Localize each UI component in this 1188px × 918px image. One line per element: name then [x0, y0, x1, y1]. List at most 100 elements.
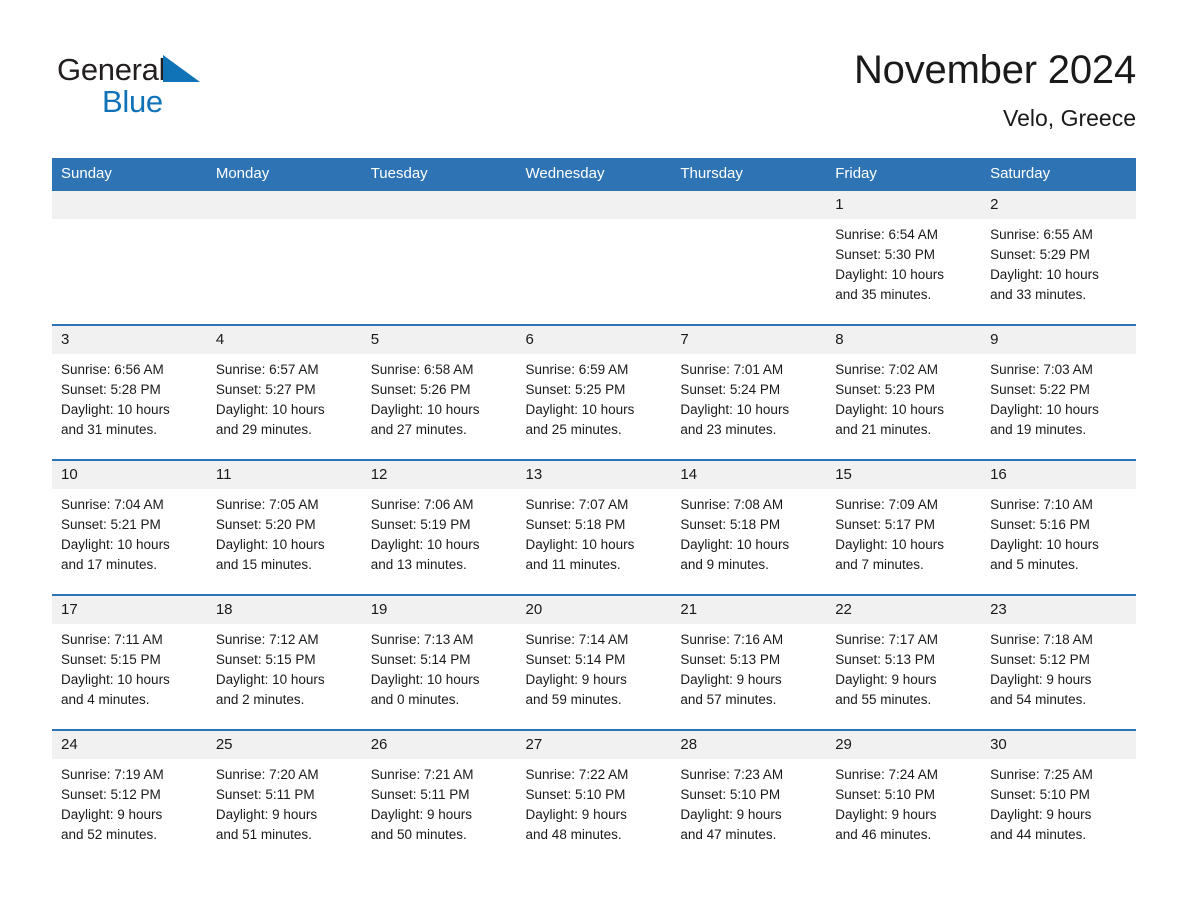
day-cell-inner: 8 Sunrise: 7:02 AM Sunset: 5:23 PM Daylight… [826, 326, 982, 459]
daylight-duration-line1: Daylight: 10 hours [990, 267, 1099, 282]
calendar-day-cell[interactable]: 19 Sunrise: 7:13 AM Sunset: 5:14 PM Dayligh… [361, 594, 517, 730]
calendar-day-cell[interactable]: 22 Sunrise: 7:17 AM Sunset: 5:13 PM Dayligh… [826, 594, 982, 730]
sunset-time: Sunset: 5:16 PM [990, 517, 1090, 532]
daylight-duration-line2: and 33 minutes. [990, 287, 1087, 302]
sunrise-time: Sunrise: 6:55 AM [990, 227, 1093, 242]
daylight-duration-line2: and 15 minutes. [215, 557, 312, 572]
day-sun-info: Sunrise: 7:07 AM Sunset: 5:18 PM Daylight:… [517, 489, 672, 575]
day-sun-info: Sunrise: 7:25 AM Sunset: 5:10 PM Daylight:… [981, 759, 1136, 845]
calendar-day-cell[interactable]: 21 Sunrise: 7:16 AM Sunset: 5:13 PM Dayligh… [671, 594, 827, 730]
calendar-day-cell[interactable]: 9 Sunrise: 7:03 AM Sunset: 5:22 PM Daylight… [981, 324, 1136, 460]
day-number: 12 [361, 461, 517, 489]
sunset-time: Sunset: 5:21 PM [61, 517, 161, 532]
day-cell-inner: 3 Sunrise: 6:56 AM Sunset: 5:28 PM Daylight… [52, 326, 207, 459]
calendar-day-cell[interactable]: 3 Sunrise: 6:56 AM Sunset: 5:28 PM Daylight… [52, 324, 207, 460]
general-blue-logo[interactable]: General Blue [57, 52, 257, 119]
calendar-day-cell[interactable]: 6 Sunrise: 6:59 AM Sunset: 5:25 PM Daylight… [516, 324, 672, 460]
daylight-duration-line2: and 5 minutes. [990, 557, 1079, 572]
sunrise-time: Sunrise: 7:07 AM [525, 497, 629, 512]
sunrise-time: Sunrise: 7:18 AM [990, 632, 1093, 647]
day-cell-inner [671, 191, 827, 324]
day-number: 25 [206, 731, 362, 759]
calendar-day-cell[interactable]: 4 Sunrise: 6:57 AM Sunset: 5:27 PM Daylight… [206, 324, 362, 460]
calendar-day-cell[interactable]: 11 Sunrise: 7:05 AM Sunset: 5:20 PM Dayligh… [206, 459, 362, 595]
calendar-week-row: 24 Sunrise: 7:19 AM Sunset: 5:12 PM Dayligh… [52, 729, 1136, 864]
day-number [52, 191, 207, 219]
daylight-duration-line2: and 48 minutes. [525, 827, 622, 842]
sunrise-time: Sunrise: 7:14 AM [525, 632, 629, 647]
sunrise-time: Sunrise: 6:54 AM [835, 227, 939, 242]
weekday-header-row: Sunday Monday Tuesday Wednesday Thursday… [52, 158, 1136, 191]
daylight-duration-line1: Daylight: 9 hours [525, 672, 627, 687]
sunrise-time: Sunrise: 7:22 AM [525, 767, 629, 782]
daylight-duration-line1: Daylight: 10 hours [835, 402, 945, 417]
day-cell-inner: 26 Sunrise: 7:21 AM Sunset: 5:11 PM Dayligh… [361, 731, 517, 864]
daylight-duration-line1: Daylight: 10 hours [370, 537, 480, 552]
sunset-time: Sunset: 5:22 PM [990, 382, 1090, 397]
day-sun-info: Sunrise: 7:18 AM Sunset: 5:12 PM Daylight:… [981, 624, 1136, 710]
calendar-day-cell[interactable]: 7 Sunrise: 7:01 AM Sunset: 5:24 PM Daylight… [671, 324, 827, 460]
calendar-day-cell[interactable]: 12 Sunrise: 7:06 AM Sunset: 5:19 PM Dayligh… [361, 459, 517, 595]
sunrise-time: Sunrise: 7:12 AM [215, 632, 319, 647]
sunrise-time: Sunrise: 7:01 AM [680, 362, 784, 377]
calendar-day-cell-empty [206, 191, 362, 325]
day-number: 27 [516, 731, 672, 759]
day-cell-inner: 6 Sunrise: 6:59 AM Sunset: 5:25 PM Daylight… [516, 326, 672, 459]
month-calendar-table: Sunday Monday Tuesday Wednesday Thursday… [52, 158, 1136, 864]
day-number: 30 [981, 731, 1136, 759]
calendar-day-cell[interactable]: 2 Sunrise: 6:55 AM Sunset: 5:29 PM Daylight… [981, 191, 1136, 325]
sunset-time: Sunset: 5:14 PM [370, 652, 471, 667]
daylight-duration-line2: and 17 minutes. [61, 557, 158, 572]
calendar-day-cell[interactable]: 15 Sunrise: 7:09 AM Sunset: 5:17 PM Dayligh… [826, 459, 982, 595]
sunset-time: Sunset: 5:11 PM [370, 787, 470, 802]
calendar-day-cell[interactable]: 24 Sunrise: 7:19 AM Sunset: 5:12 PM Dayligh… [52, 729, 207, 864]
calendar-day-cell[interactable]: 13 Sunrise: 7:07 AM Sunset: 5:18 PM Dayligh… [516, 459, 672, 595]
day-number [206, 191, 362, 219]
daylight-duration-line2: and 54 minutes. [990, 692, 1087, 707]
daylight-duration-line2: and 57 minutes. [680, 692, 777, 707]
daylight-duration-line2: and 9 minutes. [680, 557, 769, 572]
day-sun-info: Sunrise: 7:01 AM Sunset: 5:24 PM Daylight:… [671, 354, 826, 440]
calendar-day-cell[interactable]: 30 Sunrise: 7:25 AM Sunset: 5:10 PM Dayligh… [981, 729, 1136, 864]
daylight-duration-line2: and 13 minutes. [370, 557, 467, 572]
calendar-day-cell[interactable]: 23 Sunrise: 7:18 AM Sunset: 5:12 PM Dayligh… [981, 594, 1136, 730]
day-number: 10 [52, 461, 207, 489]
day-cell-inner: 29 Sunrise: 7:24 AM Sunset: 5:10 PM Dayligh… [826, 731, 982, 864]
daylight-duration-line2: and 25 minutes. [525, 422, 622, 437]
calendar-day-cell[interactable]: 29 Sunrise: 7:24 AM Sunset: 5:10 PM Dayligh… [826, 729, 982, 864]
calendar-day-cell[interactable]: 14 Sunrise: 7:08 AM Sunset: 5:18 PM Dayligh… [671, 459, 827, 595]
day-sun-info: Sunrise: 7:23 AM Sunset: 5:10 PM Daylight:… [671, 759, 826, 845]
calendar-day-cell[interactable]: 1 Sunrise: 6:54 AM Sunset: 5:30 PM Daylight… [826, 191, 982, 325]
day-cell-inner: 7 Sunrise: 7:01 AM Sunset: 5:24 PM Daylight… [671, 326, 827, 459]
daylight-duration-line1: Daylight: 9 hours [215, 807, 318, 822]
day-cell-inner: 30 Sunrise: 7:25 AM Sunset: 5:10 PM Dayligh… [981, 731, 1136, 864]
calendar-day-cell[interactable]: 17 Sunrise: 7:11 AM Sunset: 5:15 PM Dayligh… [52, 594, 207, 730]
calendar-day-cell[interactable]: 10 Sunrise: 7:04 AM Sunset: 5:21 PM Dayligh… [52, 459, 207, 595]
daylight-duration-line1: Daylight: 10 hours [680, 537, 790, 552]
day-cell-inner: 23 Sunrise: 7:18 AM Sunset: 5:12 PM Dayligh… [981, 596, 1136, 729]
calendar-day-cell[interactable]: 16 Sunrise: 7:10 AM Sunset: 5:16 PM Dayligh… [981, 459, 1136, 595]
day-sun-info: Sunrise: 7:24 AM Sunset: 5:10 PM Daylight:… [826, 759, 981, 845]
calendar-day-cell[interactable]: 5 Sunrise: 6:58 AM Sunset: 5:26 PM Daylight… [361, 324, 517, 460]
day-cell-inner: 12 Sunrise: 7:06 AM Sunset: 5:19 PM Dayligh… [361, 461, 517, 594]
day-number: 17 [52, 596, 207, 624]
daylight-duration-line1: Daylight: 10 hours [61, 537, 170, 552]
daylight-duration-line1: Daylight: 9 hours [990, 807, 1092, 822]
day-sun-info: Sunrise: 7:02 AM Sunset: 5:23 PM Daylight:… [826, 354, 981, 440]
calendar-day-cell[interactable]: 18 Sunrise: 7:12 AM Sunset: 5:15 PM Dayligh… [206, 594, 362, 730]
day-number: 18 [206, 596, 362, 624]
calendar-day-cell[interactable]: 26 Sunrise: 7:21 AM Sunset: 5:11 PM Dayligh… [361, 729, 517, 864]
sunrise-time: Sunrise: 6:58 AM [370, 362, 474, 377]
day-number: 9 [981, 326, 1136, 354]
calendar-day-cell[interactable]: 27 Sunrise: 7:22 AM Sunset: 5:10 PM Dayligh… [516, 729, 672, 864]
calendar-day-cell[interactable]: 28 Sunrise: 7:23 AM Sunset: 5:10 PM Dayligh… [671, 729, 827, 864]
day-cell-inner [361, 191, 517, 324]
day-cell-inner [206, 191, 362, 324]
calendar-day-cell[interactable]: 20 Sunrise: 7:14 AM Sunset: 5:14 PM Dayligh… [516, 594, 672, 730]
daylight-duration-line1: Daylight: 10 hours [525, 402, 635, 417]
daylight-duration-line1: Daylight: 10 hours [835, 267, 945, 282]
calendar-day-cell[interactable]: 8 Sunrise: 7:02 AM Sunset: 5:23 PM Daylight… [826, 324, 982, 460]
daylight-duration-line1: Daylight: 10 hours [370, 672, 480, 687]
day-sun-info: Sunrise: 7:16 AM Sunset: 5:13 PM Daylight:… [671, 624, 826, 710]
calendar-day-cell[interactable]: 25 Sunrise: 7:20 AM Sunset: 5:11 PM Dayligh… [206, 729, 362, 864]
